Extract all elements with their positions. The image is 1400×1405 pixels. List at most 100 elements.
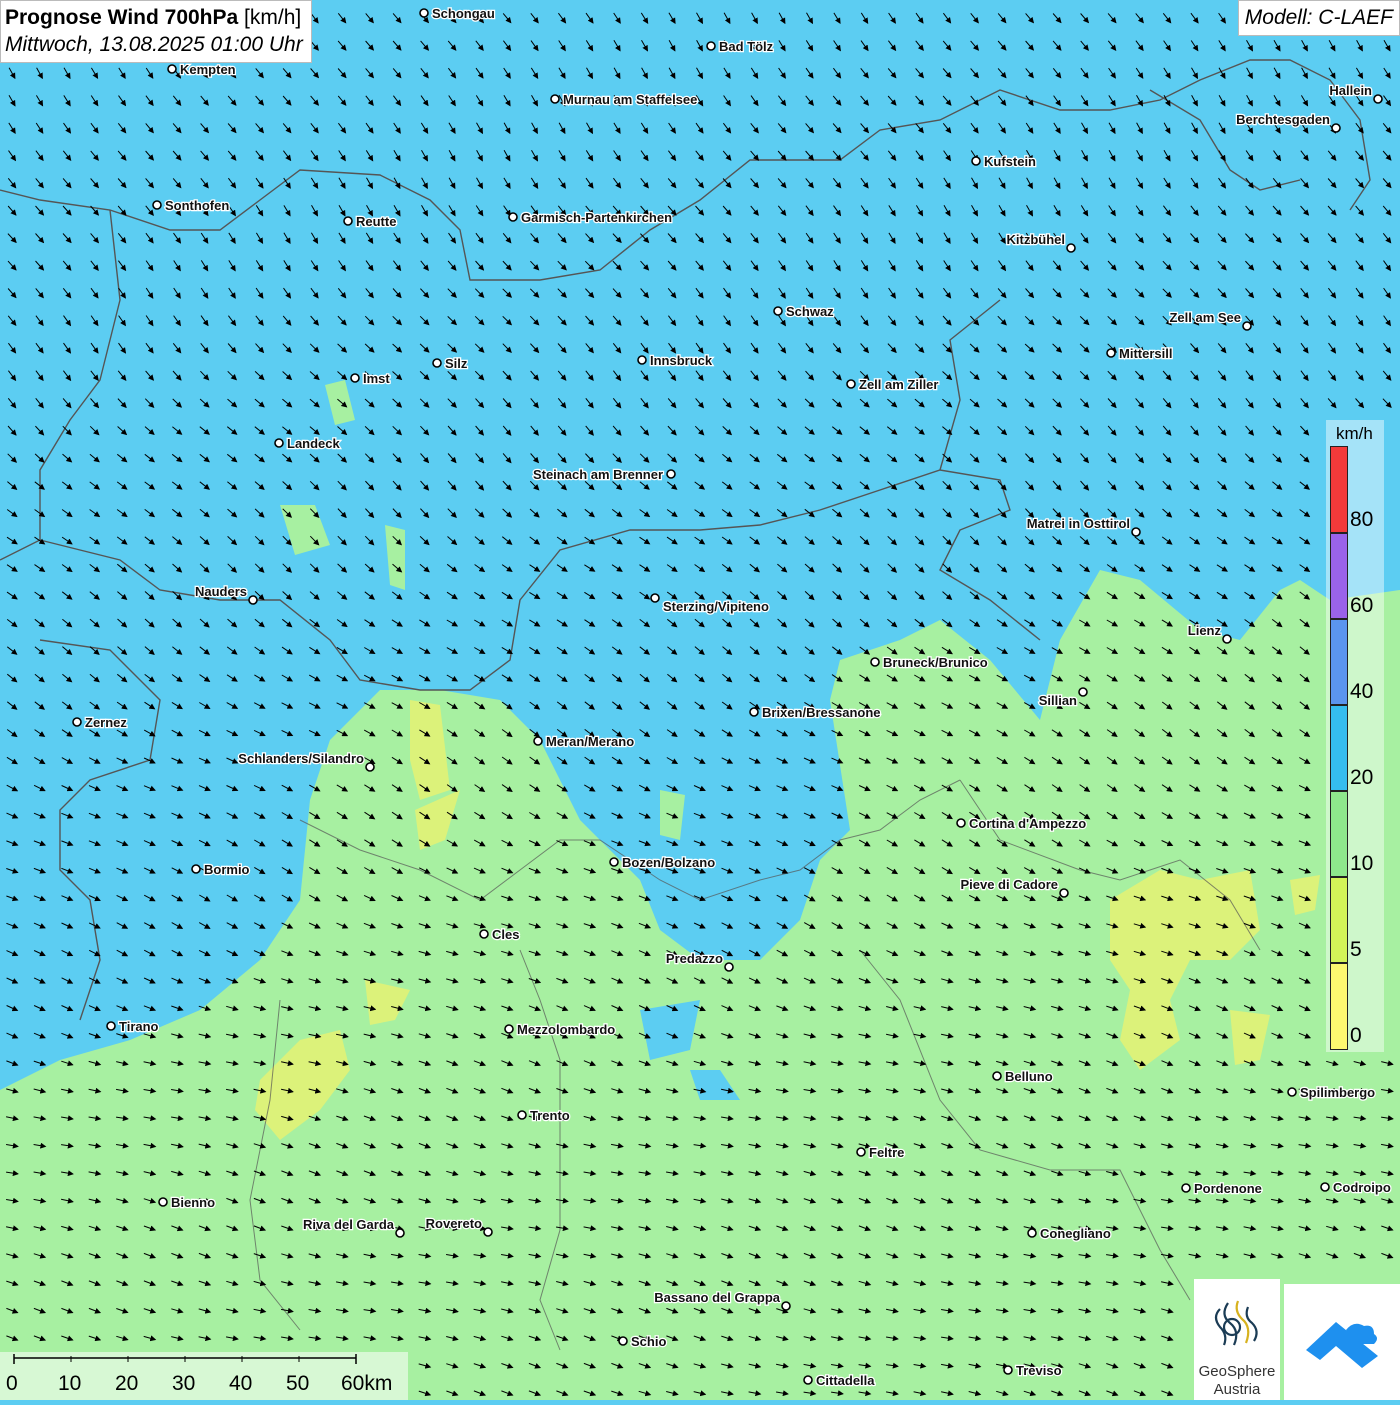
map-title-main: Prognose Wind 700hPa xyxy=(5,6,239,29)
city-label: Schlanders/Silandro xyxy=(238,751,364,766)
legend-bar-10 xyxy=(1330,791,1348,877)
city-dot xyxy=(609,857,619,867)
city-label: Tirano xyxy=(119,1019,159,1034)
city-label: Sillian xyxy=(1039,693,1077,708)
city-dot xyxy=(992,1071,1002,1081)
city-label: Bienno xyxy=(171,1195,215,1210)
city-dot xyxy=(781,1301,791,1311)
scale-label-0: 0 xyxy=(6,1372,18,1395)
city-dot xyxy=(724,962,734,972)
scale-label-30: 30 xyxy=(172,1372,196,1395)
city-dot xyxy=(1287,1087,1297,1097)
legend-bar-60 xyxy=(1330,533,1348,619)
city-marker: Mezzolombardo xyxy=(504,1021,617,1038)
city-label: Schwaz xyxy=(786,304,834,319)
city-label: Steinach am Brenner xyxy=(533,467,663,482)
city-label: Spilimbergo xyxy=(1300,1085,1375,1100)
weather-app-logo[interactable] xyxy=(1284,1284,1400,1400)
city-dot xyxy=(483,1227,493,1237)
forecast-datetime: Mittwoch, 13.08.2025 01:00 Uhr xyxy=(5,33,303,56)
city-label: Imst xyxy=(363,371,390,386)
mountain-cloud-icon xyxy=(1306,1322,1378,1368)
city-dot xyxy=(1181,1183,1191,1193)
city-label: Matrei in Osttirol xyxy=(1027,516,1130,531)
city-label: Innsbruck xyxy=(650,353,713,368)
city-marker: Bozen/Bolzano xyxy=(609,854,716,871)
city-label: Schongau xyxy=(432,6,495,21)
city-label: Silz xyxy=(445,356,468,371)
city-marker: Schongau xyxy=(419,5,496,22)
city-label: Rovereto xyxy=(426,1216,482,1231)
city-dot xyxy=(365,762,375,772)
city-marker: Meran/Merano xyxy=(533,733,635,750)
city-dot xyxy=(432,358,442,368)
city-dot xyxy=(72,717,82,727)
legend-tick-40: 40 xyxy=(1350,680,1374,703)
city-dot xyxy=(650,593,660,603)
map-title: Prognose Wind 700hPa [km/h] xyxy=(5,4,303,31)
wind-map: Schongau Kempten Bad Tölz Hallein Murnau am … xyxy=(0,0,1400,1400)
scale-bar: 0 10 20 30 40 50 60km xyxy=(0,1352,408,1400)
city-dot xyxy=(637,355,647,365)
city-marker: Pordenone xyxy=(1181,1180,1263,1197)
city-label: Mezzolombardo xyxy=(517,1022,615,1037)
city-label: Lienz xyxy=(1188,623,1222,638)
city-dot xyxy=(1027,1228,1037,1238)
logo-text-geosphere: GeoSphere xyxy=(1198,1363,1276,1380)
city-marker: Brixen/Bressanone xyxy=(749,704,882,721)
city-dot xyxy=(1131,527,1141,537)
city-label: Landeck xyxy=(287,436,341,451)
city-dot xyxy=(274,438,284,448)
city-label: Feltre xyxy=(869,1145,904,1160)
city-marker: Conegliano xyxy=(1027,1225,1112,1242)
legend-bar-40 xyxy=(1330,619,1348,705)
model-label: Modell: C-LAEF xyxy=(1237,0,1400,36)
city-label: Sonthofen xyxy=(165,198,229,213)
logo-text-austria: Austria xyxy=(1213,1381,1261,1398)
city-dot xyxy=(956,818,966,828)
city-dot xyxy=(1373,94,1383,104)
city-label: Belluno xyxy=(1005,1069,1053,1084)
city-dot xyxy=(803,1375,813,1385)
city-dot xyxy=(419,8,429,18)
city-dot xyxy=(517,1110,527,1120)
city-dot xyxy=(533,736,543,746)
scale-label-60km: 60km xyxy=(341,1372,393,1395)
city-marker: Sonthofen xyxy=(152,197,231,214)
legend-tick-10: 10 xyxy=(1350,852,1374,875)
city-dot xyxy=(706,41,716,51)
city-dot xyxy=(1331,123,1341,133)
city-label: Zell am See xyxy=(1169,310,1241,325)
city-dot xyxy=(773,306,783,316)
city-dot xyxy=(1320,1182,1330,1192)
city-label: Bruneck/Brunico xyxy=(883,655,988,670)
city-dot xyxy=(152,200,162,210)
legend-tick-0: 0 xyxy=(1350,1024,1362,1047)
city-label: Trento xyxy=(530,1108,570,1123)
legend-bar-0 xyxy=(1330,963,1348,1050)
city-label: Cittadella xyxy=(816,1373,875,1388)
city-label: Codroipo xyxy=(1333,1180,1391,1195)
city-dot xyxy=(1242,321,1252,331)
city-label: Kempten xyxy=(180,62,236,77)
city-label: Berchtesgaden xyxy=(1236,112,1330,127)
city-label: Brixen/Bressanone xyxy=(762,705,881,720)
city-marker: Spilimbergo xyxy=(1287,1084,1376,1101)
city-dot xyxy=(343,216,353,226)
city-dot xyxy=(158,1197,168,1207)
legend-unit: km/h xyxy=(1336,424,1373,443)
city-label: Conegliano xyxy=(1040,1226,1111,1241)
geosphere-logo[interactable]: GeoSphere Austria xyxy=(1194,1279,1280,1400)
city-dot xyxy=(504,1024,514,1034)
city-dot xyxy=(749,707,759,717)
city-dot xyxy=(846,379,856,389)
scale-label-40: 40 xyxy=(229,1372,253,1395)
city-dot xyxy=(1106,348,1116,358)
city-dot xyxy=(248,595,258,605)
city-label: Reutte xyxy=(356,214,396,229)
city-marker: Garmisch-Partenkirchen xyxy=(508,209,673,226)
city-dot xyxy=(191,864,201,874)
city-label: Schio xyxy=(631,1334,666,1349)
city-label: Bad Tölz xyxy=(719,39,774,54)
city-dot xyxy=(666,469,676,479)
